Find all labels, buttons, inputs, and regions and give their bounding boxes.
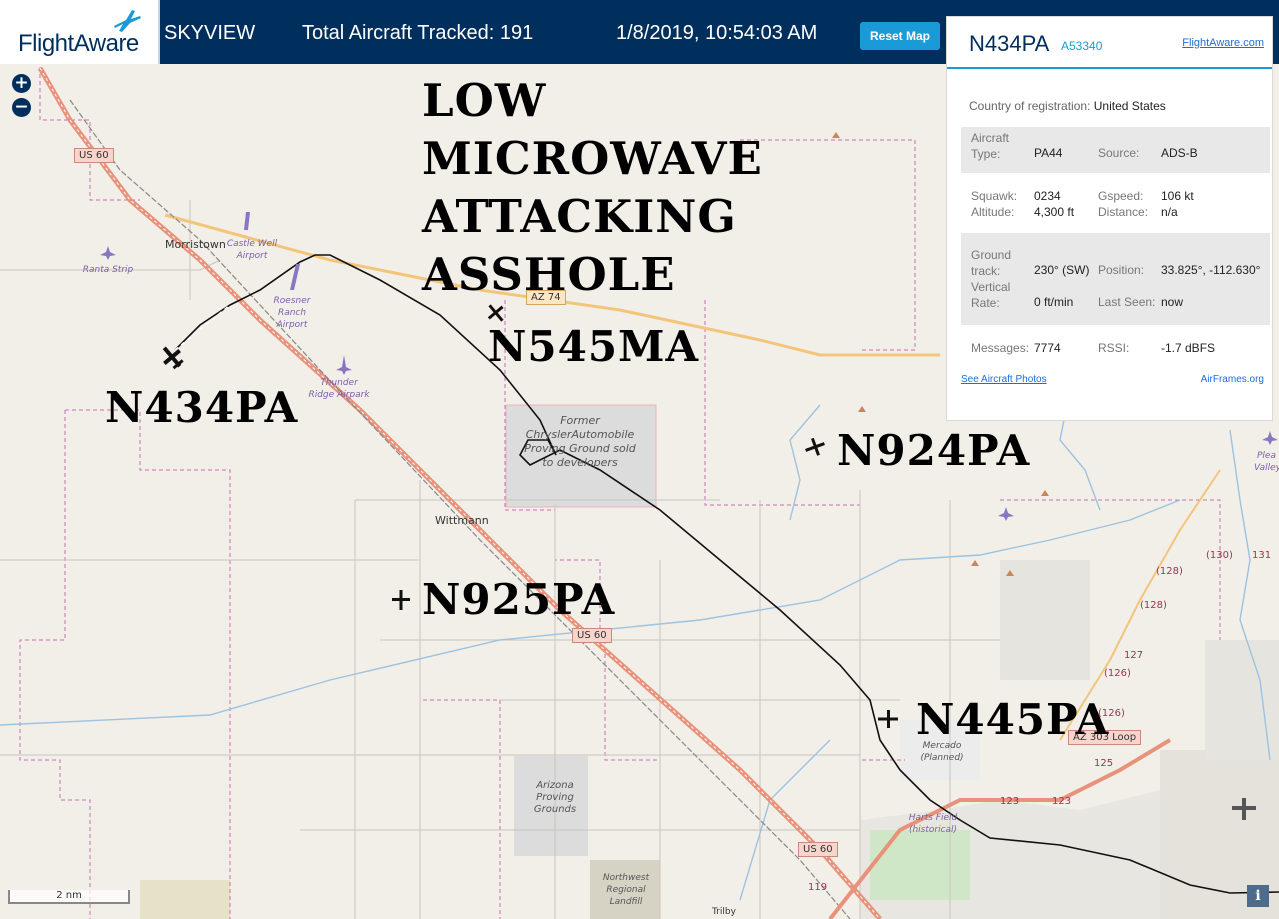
position-value: 33.825°, -112.630° <box>1161 263 1261 277</box>
country-value: United States <box>1093 99 1166 113</box>
distance-value: n/a <box>1161 205 1178 219</box>
zoom-out-button[interactable]: − <box>12 98 31 117</box>
area-nw-landfill: Northwest Regional Landfill <box>602 873 650 907</box>
panel-block-track: Ground track: 230° (SW) Position: 33.825… <box>961 233 1270 325</box>
road-num-119: 119 <box>808 882 828 893</box>
vertical-rate-value: 0 ft/min <box>1034 295 1074 309</box>
ground-track-value: 230° (SW) <box>1034 263 1090 277</box>
panel-hex-code[interactable]: A53340 <box>1061 39 1102 53</box>
scale-bar: 2 nm <box>8 890 130 904</box>
squawk-label: Squawk: <box>971 189 1018 203</box>
road-num-127: 127 <box>1124 650 1144 661</box>
road-num-123b: 123 <box>1052 796 1072 807</box>
info-icon[interactable]: i <box>1247 885 1269 907</box>
town-wittmann: Wittmann <box>435 514 489 527</box>
area-chrysler-proving-ground: Former ChryslerAutomobile Proving Ground… <box>524 414 636 469</box>
road-num-126a: (126) <box>1104 668 1131 679</box>
rssi-value: -1.7 dBFS <box>1161 341 1216 355</box>
vertical-rate-label: Vertical Rate: <box>971 280 1011 310</box>
panel-tail-number: N434PA <box>969 31 1050 56</box>
shield-us60-top: US 60 <box>74 148 114 163</box>
logo-text: FlightAware <box>18 30 139 57</box>
shield-us60-mid: US 60 <box>572 628 612 643</box>
annotation-n925pa: N925PA <box>422 575 616 624</box>
aircraft-type-value: PA44 <box>1034 146 1063 160</box>
country-label: Country of registration: <box>969 99 1091 113</box>
source-label: Source: <box>1098 146 1140 160</box>
annotation-slogan-line1: LOW <box>422 74 547 127</box>
ground-track-label: Ground track: <box>971 248 1012 278</box>
app-name: SKYVIEW <box>164 22 256 44</box>
flightaware-logo[interactable]: FlightAware <box>0 0 160 64</box>
airport-pleasant-valley: Plea Valley <box>1254 451 1279 473</box>
annotation-n545ma: N545MA <box>488 322 700 371</box>
annotation-n445pa: N445PA <box>916 695 1110 744</box>
last-seen-label: Last Seen: <box>1098 295 1156 309</box>
aircraft-info-panel: N434PA A53340 FlightAware.com Country of… <box>946 16 1273 421</box>
flightaware-link[interactable]: FlightAware.com <box>1182 37 1264 49</box>
panel-block-messages: Messages: 7774 RSSI: -1.7 dBFS <box>961 331 1270 365</box>
town-morristown: Morristown <box>165 238 226 251</box>
place-trilby: Trilby <box>712 907 736 917</box>
annotation-slogan-line4: ASSHOLE <box>422 248 676 301</box>
zoom-in-button[interactable]: + <box>12 74 31 93</box>
airport-roesner-ranch: Roesner Ranch Airport <box>273 296 311 330</box>
rssi-label: RSSI: <box>1098 341 1130 355</box>
airport-ranta-strip: Ranta Strip <box>82 265 134 275</box>
squawk-value: 0234 <box>1034 189 1061 203</box>
road-num-131: 131 <box>1252 550 1272 561</box>
panel-block-type: Aircraft Type: PA44 Source: ADS-B <box>961 127 1270 173</box>
current-datetime: 1/8/2019, 10:54:03 AM <box>616 22 818 44</box>
panel-country-row: Country of registration: United States <box>969 99 1166 113</box>
airport-harts-field: Harts Field (historical) <box>908 813 958 835</box>
reset-map-button[interactable]: Reset Map <box>860 22 940 50</box>
gspeed-label: Gspeed: <box>1098 189 1144 203</box>
panel-block-squawk: Squawk: 0234 Gspeed: 106 kt Altitude: 4,… <box>961 179 1270 227</box>
road-num-130: (130) <box>1206 550 1233 561</box>
last-seen-value: now <box>1161 295 1184 309</box>
airframes-link[interactable]: AirFrames.org <box>1201 374 1264 385</box>
annotation-slogan-line2: MICROWAVE <box>422 132 763 185</box>
shield-us60-bottom: US 60 <box>798 842 838 857</box>
see-aircraft-photos-link[interactable]: See Aircraft Photos <box>961 374 1047 385</box>
road-num-125: 125 <box>1094 758 1114 769</box>
messages-label: Messages: <box>971 341 1030 355</box>
road-num-128a: (128) <box>1156 566 1183 577</box>
source-value: ADS-B <box>1161 146 1198 160</box>
annotation-slogan-line3: ATTACKING <box>422 190 737 243</box>
airport-castle-well: Castle Well Airport <box>226 239 278 261</box>
altitude-label: Altitude: <box>971 205 1015 219</box>
altitude-value: 4,300 ft <box>1034 205 1075 219</box>
messages-value: 7774 <box>1034 341 1061 355</box>
annotation-n434pa: N434PA <box>105 383 299 432</box>
skyview-root: Morristown Wittmann Castle Well Airport … <box>0 0 1279 919</box>
annotation-n924pa: N924PA <box>837 426 1031 475</box>
road-num-128b: (128) <box>1140 600 1167 611</box>
panel-divider <box>947 67 1272 69</box>
area-arizona-proving-grounds: Arizona Proving Grounds <box>533 780 577 815</box>
gspeed-value: 106 kt <box>1161 189 1194 203</box>
distance-label: Distance: <box>1098 205 1149 219</box>
road-num-123a: 123 <box>1000 796 1020 807</box>
airport-thunder-ridge: Thunder Ridge Airpark <box>308 378 370 400</box>
position-label: Position: <box>1098 263 1145 277</box>
aircraft-type-label: Aircraft Type: <box>971 131 1010 161</box>
aircraft-tracked-count: Total Aircraft Tracked: 191 <box>302 22 534 44</box>
